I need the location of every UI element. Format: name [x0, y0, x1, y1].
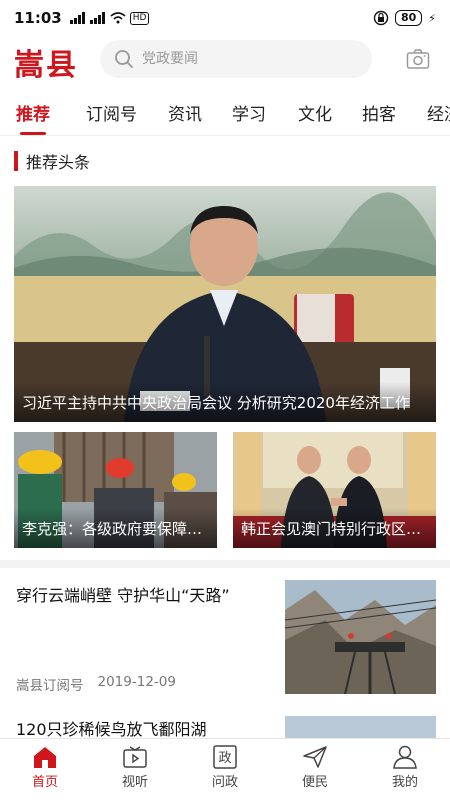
sub-card-caption: 李克强：各级政府要保障农民工工资: [14, 508, 217, 548]
wifi-icon: [110, 12, 126, 24]
nav-profile[interactable]: 我的: [360, 739, 450, 800]
channel-tabs: 推荐 订阅号 资讯 学习 文化 拍客 经济: [0, 90, 450, 136]
tab-photographer[interactable]: 拍客: [362, 100, 396, 125]
nav-inquiry-label: 问政: [211, 775, 238, 790]
nav-profile-label: 我的: [391, 775, 418, 790]
hd-badge: HD: [129, 11, 150, 25]
nav-services[interactable]: 便民: [270, 739, 360, 800]
nav-media-label: 视听: [121, 775, 148, 790]
section-divider: [0, 560, 450, 568]
sub-card-caption: 韩正会见澳门特别行政区行政长官: [233, 508, 436, 548]
search-icon: [115, 50, 133, 68]
clock: 11:03: [14, 9, 62, 27]
signal-icon: [69, 12, 85, 24]
nav-services-label: 便民: [301, 775, 328, 790]
signal-icon: [89, 12, 105, 24]
article-date: 2019-12-09: [97, 674, 176, 690]
home-icon: [34, 747, 56, 768]
article-meta: 嵩县订阅号 2019-12-09: [16, 674, 176, 694]
tab-study[interactable]: 学习: [232, 100, 266, 125]
headline-card[interactable]: 习近平主持中共中央政治局会议 分析研究2020年经济工作: [14, 186, 436, 422]
article-item[interactable]: 穿行云端峭壁 守护华山“天路” 嵩县订阅号 2019-12-09: [14, 580, 436, 694]
user-icon: [393, 745, 417, 769]
tab-news[interactable]: 资讯: [168, 100, 202, 125]
zheng-icon: 政: [213, 745, 237, 769]
tab-culture[interactable]: 文化: [298, 100, 332, 125]
section-title: 推荐头条: [14, 150, 90, 172]
lock-rotation-icon: [373, 10, 389, 26]
headline-caption: 习近平主持中共中央政治局会议 分析研究2020年经济工作: [14, 382, 436, 422]
app-logo[interactable]: 嵩县: [14, 40, 78, 84]
section-title-bar: [14, 151, 18, 171]
article-thumbnail: [285, 580, 436, 694]
nav-media[interactable]: 视听: [90, 739, 180, 800]
article-title: 120只珍稀候鸟放飞鄱阳湖: [16, 720, 207, 739]
app-header: 嵩县: [0, 36, 450, 86]
search-bar[interactable]: [100, 40, 372, 78]
mountain-photo: [285, 580, 436, 694]
search-input[interactable]: [142, 51, 342, 67]
status-bar: 11:03 HD 80 ⚡: [0, 0, 450, 36]
send-icon: [303, 746, 327, 768]
section-title-text: 推荐头条: [26, 153, 91, 172]
camera-icon[interactable]: [406, 48, 430, 70]
battery-indicator: 80: [394, 10, 423, 26]
charging-icon: ⚡: [428, 11, 436, 25]
nav-inquiry[interactable]: 政 问政: [180, 739, 270, 800]
tab-subscription[interactable]: 订阅号: [86, 100, 137, 125]
sub-card-left[interactable]: 李克强：各级政府要保障农民工工资: [14, 432, 217, 548]
tab-economy[interactable]: 经济: [427, 100, 450, 125]
article-source: 嵩县订阅号: [16, 678, 84, 694]
bottom-navigation: 首页 视听 政 问政 便民 我的: [0, 738, 450, 800]
tv-play-icon: [123, 746, 147, 768]
sub-card-right[interactable]: 韩正会见澳门特别行政区行政长官: [233, 432, 436, 548]
article-title: 穿行云端峭壁 守护华山“天路”: [16, 586, 230, 605]
tab-recommend[interactable]: 推荐: [16, 100, 50, 135]
nav-home[interactable]: 首页: [0, 739, 90, 800]
svg-text:政: 政: [218, 751, 231, 766]
nav-home-label: 首页: [31, 775, 58, 790]
signal-indicators: HD: [69, 11, 150, 25]
